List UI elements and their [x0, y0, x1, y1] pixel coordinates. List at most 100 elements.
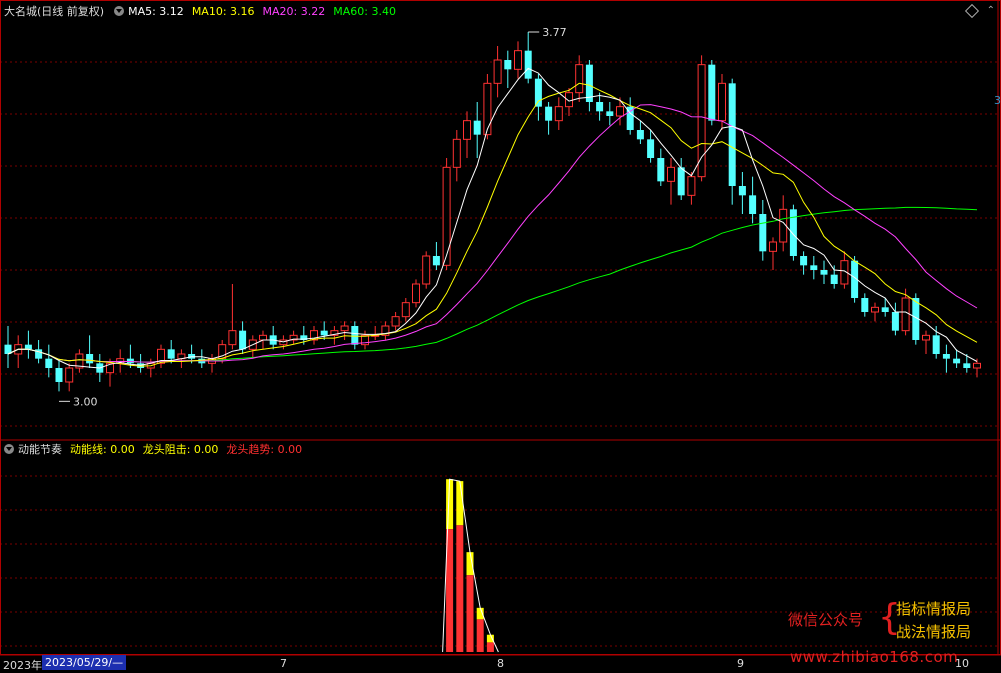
candle-body-up [575, 64, 584, 94]
indicator-bar-yellow [456, 481, 464, 526]
ma10-line [7, 82, 978, 367]
stock-chart-window: 3.77 3.00 大名城(日线 前复权) MA5: 3.12 MA10: 3.16… [0, 0, 1001, 672]
candle-body-down [738, 186, 746, 196]
candle-body-down [167, 349, 175, 359]
candle-body-down [320, 330, 328, 336]
candle-body-up [616, 106, 624, 117]
indicator-menu-icon[interactable] [114, 6, 125, 16]
indicator-menu-icon[interactable] [4, 444, 14, 454]
candle-body-down [239, 330, 247, 350]
price-axis-label: 3 [994, 94, 1001, 107]
indicator-bars [442, 478, 499, 653]
candle-body-down [820, 270, 828, 275]
candle-body-up [452, 138, 461, 168]
candle-body-down [728, 83, 736, 186]
candle-body-down [759, 214, 767, 252]
candle-body-down [861, 298, 869, 312]
indicator-bar-red [466, 575, 474, 652]
current-date-cursor[interactable]: 2023/05/29/— [42, 655, 127, 670]
candle-body-up [493, 59, 502, 84]
high-price-label: 3.77 [542, 26, 567, 39]
candle-body-down [545, 106, 553, 121]
date-tick: 8 [497, 657, 504, 670]
candle-body-down [708, 64, 716, 121]
candle-body-down [606, 111, 614, 116]
ma20-line [7, 104, 978, 363]
candle-body-down [55, 368, 63, 382]
candle-body-down [749, 195, 757, 214]
watermark-right-top: 指标情报局 [896, 600, 972, 618]
candle-body-up [442, 166, 451, 266]
candle-body-up [554, 106, 563, 122]
candle-body-up [65, 367, 74, 383]
candle-body-up [922, 334, 930, 341]
indicator-header: 动能节奏 动能线: 0.00 龙头阻击: 0.00 龙头趋势: 0.00 [4, 443, 310, 457]
date-tick: 7 [280, 657, 287, 670]
watermark-left-text: 微信公众号 [788, 611, 864, 629]
ma20-value: MA20: 3.22 [262, 5, 326, 18]
low-price-label: 3.00 [73, 395, 98, 408]
candle-body-down [830, 274, 838, 284]
indicator-bar-red [456, 525, 464, 652]
candle-body-down [636, 130, 644, 140]
chart-canvas[interactable]: 3.77 3.00 [0, 0, 1001, 672]
candle-body-down [45, 358, 53, 368]
candle-body-up [718, 82, 726, 122]
candle-body-up [667, 166, 675, 182]
candle-body-down [891, 312, 899, 331]
watermark: 微信公众号 { 指标情报局 战法情报局 [788, 596, 998, 644]
candle-body-up [687, 176, 696, 196]
candle-body-down [534, 78, 542, 107]
ma60-line [7, 206, 978, 363]
candle-body-down [881, 307, 889, 312]
indicator-name[interactable]: 动能节奏 [18, 443, 62, 456]
grid-lines [0, 0, 1001, 656]
candle-body-down [953, 358, 961, 364]
candle-body-down [942, 354, 950, 359]
candle-body-down [657, 158, 665, 182]
ma5-value: MA5: 3.12 [128, 5, 184, 18]
candle-body-up [391, 316, 400, 327]
candle-body-down [432, 256, 440, 266]
date-tick: 10 [955, 657, 969, 670]
candle-body-down [504, 60, 512, 70]
ma10-value: MA10: 3.16 [191, 5, 255, 18]
candle-body-up [259, 334, 267, 341]
candle-body-up [697, 64, 706, 178]
candle-body-down [24, 344, 32, 350]
candle-body-down [351, 326, 359, 345]
candle-body-down [677, 167, 685, 196]
candle-body-down [810, 265, 818, 270]
candle-body-up [514, 50, 522, 70]
ma60-value: MA60: 3.40 [333, 5, 396, 18]
candle-body-up [463, 120, 471, 140]
leader-resistance-value: 龙头阻击: 0.00 [142, 443, 219, 456]
candle-body-up [412, 283, 420, 304]
indicator-bar-red [486, 642, 494, 652]
momentum-line-value: 动能线: 0.00 [70, 443, 135, 456]
leader-trend-value: 龙头趋势: 0.00 [226, 443, 303, 456]
candle-body-down [524, 50, 532, 79]
candle-body-up [228, 330, 237, 346]
candle-body-down [932, 335, 940, 354]
candle-body-up [401, 302, 410, 318]
chevron-up-icon[interactable]: ⌃ [987, 5, 995, 16]
candle-body-down [596, 102, 604, 112]
candle-body-up [769, 241, 777, 252]
indicator-bar-red [476, 619, 484, 652]
candle-body-down [473, 120, 481, 135]
main-chart-header: 大名城(日线 前复权) MA5: 3.12 MA10: 3.16 MA20: 3.22… [4, 5, 404, 19]
candle-body-down [800, 256, 808, 266]
candle-body-up [973, 362, 981, 369]
candle-body-up [422, 255, 431, 285]
candle-body-down [647, 139, 655, 158]
candle-body-up [901, 297, 910, 332]
candle-body-down [963, 363, 971, 368]
date-axis[interactable]: 2023年 2023/05/29/— 7 8 9 10 [0, 655, 1001, 672]
stock-title[interactable]: 大名城(日线 前复权) [4, 5, 104, 18]
date-axis-start: 2023年 [3, 659, 42, 672]
chart-frame [0, 0, 1001, 655]
candle-body-up [340, 325, 349, 332]
candle-body-up [871, 306, 879, 313]
candle-body-down [86, 354, 94, 364]
